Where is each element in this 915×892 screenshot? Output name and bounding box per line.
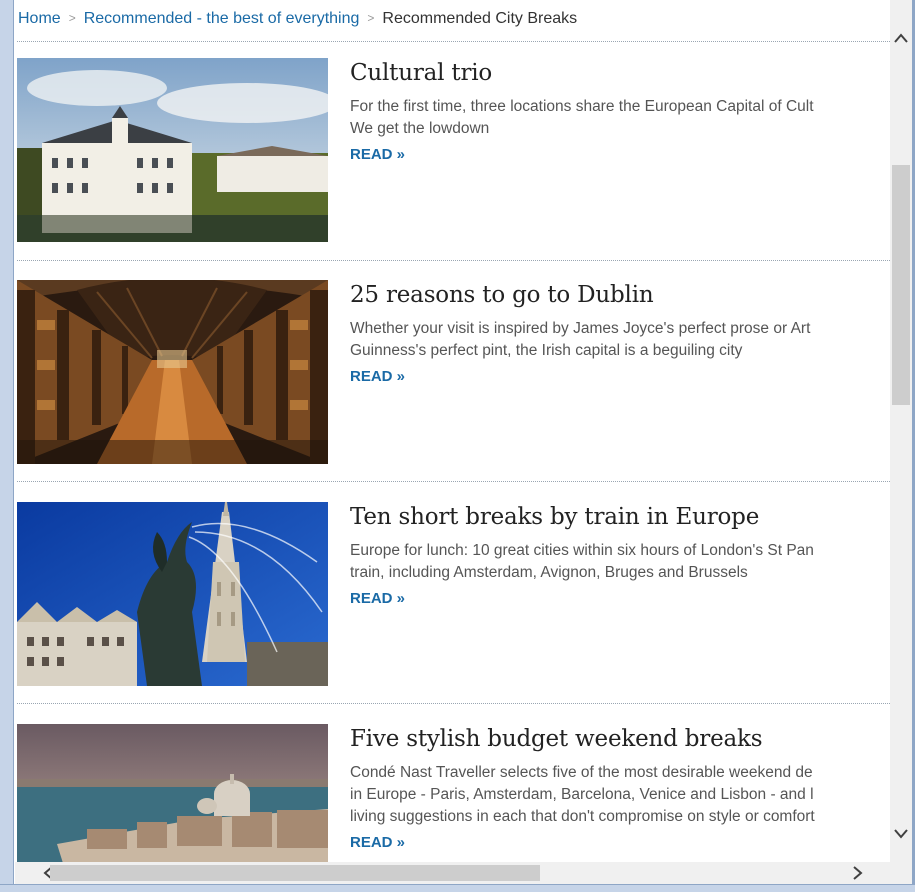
library-photo[interactable] bbox=[17, 280, 328, 464]
window-frame-bottom bbox=[0, 884, 915, 892]
page-content: Home > Recommended - the best of everythin… bbox=[15, 0, 890, 862]
chevron-up-icon[interactable] bbox=[890, 26, 912, 48]
article-title[interactable]: Cultural trio bbox=[350, 60, 492, 86]
horizontal-scrollbar[interactable] bbox=[15, 862, 890, 884]
read-more-link[interactable]: READ » bbox=[350, 590, 405, 607]
horizontal-scroll-thumb[interactable] bbox=[50, 865, 540, 881]
breadcrumb: Home > Recommended - the best of everythin… bbox=[18, 10, 577, 28]
breadcrumb-current: Recommended City Breaks bbox=[382, 10, 578, 27]
divider bbox=[17, 703, 890, 704]
fountain-photo[interactable] bbox=[17, 502, 328, 686]
read-more-link[interactable]: READ » bbox=[350, 368, 405, 385]
read-more-link[interactable]: READ » bbox=[350, 146, 405, 163]
chevron-down-icon[interactable] bbox=[890, 822, 912, 844]
article-description: For the first time, three locations shar… bbox=[350, 98, 814, 137]
vertical-scroll-thumb[interactable] bbox=[892, 165, 910, 405]
divider bbox=[17, 260, 890, 261]
article-title[interactable]: 25 reasons to go to Dublin bbox=[350, 282, 654, 308]
read-more-link[interactable]: READ » bbox=[350, 834, 405, 851]
castle-photo[interactable] bbox=[17, 58, 328, 242]
breadcrumb-home-link[interactable]: Home bbox=[18, 10, 61, 27]
article-card: Five stylish budget weekend breaks Condé… bbox=[17, 724, 890, 862]
article-title[interactable]: Five stylish budget weekend breaks bbox=[350, 726, 763, 752]
article-description: Europe for lunch: 10 great cities within… bbox=[350, 542, 814, 581]
vertical-scrollbar[interactable] bbox=[890, 0, 912, 862]
article-description: Whether your visit is inspired by James … bbox=[350, 320, 811, 359]
article-title[interactable]: Ten short breaks by train in Europe bbox=[350, 504, 759, 530]
window-frame-left bbox=[0, 0, 14, 892]
breadcrumb-separator: > bbox=[367, 11, 375, 25]
article-card: Ten short breaks by train in Europe Euro… bbox=[17, 502, 890, 688]
divider bbox=[17, 41, 890, 42]
scrollbar-corner bbox=[890, 862, 912, 884]
breadcrumb-section-link[interactable]: Recommended - the best of everything bbox=[84, 10, 360, 27]
chevron-right-icon[interactable] bbox=[847, 862, 869, 884]
article-card: Cultural trio For the first time, three … bbox=[17, 58, 890, 244]
article-description: Condé Nast Traveller selects five of the… bbox=[350, 764, 815, 825]
breadcrumb-separator: > bbox=[68, 11, 76, 25]
venice-photo[interactable] bbox=[17, 724, 328, 862]
divider bbox=[17, 481, 890, 482]
article-card: 25 reasons to go to Dublin Whether your … bbox=[17, 280, 890, 466]
